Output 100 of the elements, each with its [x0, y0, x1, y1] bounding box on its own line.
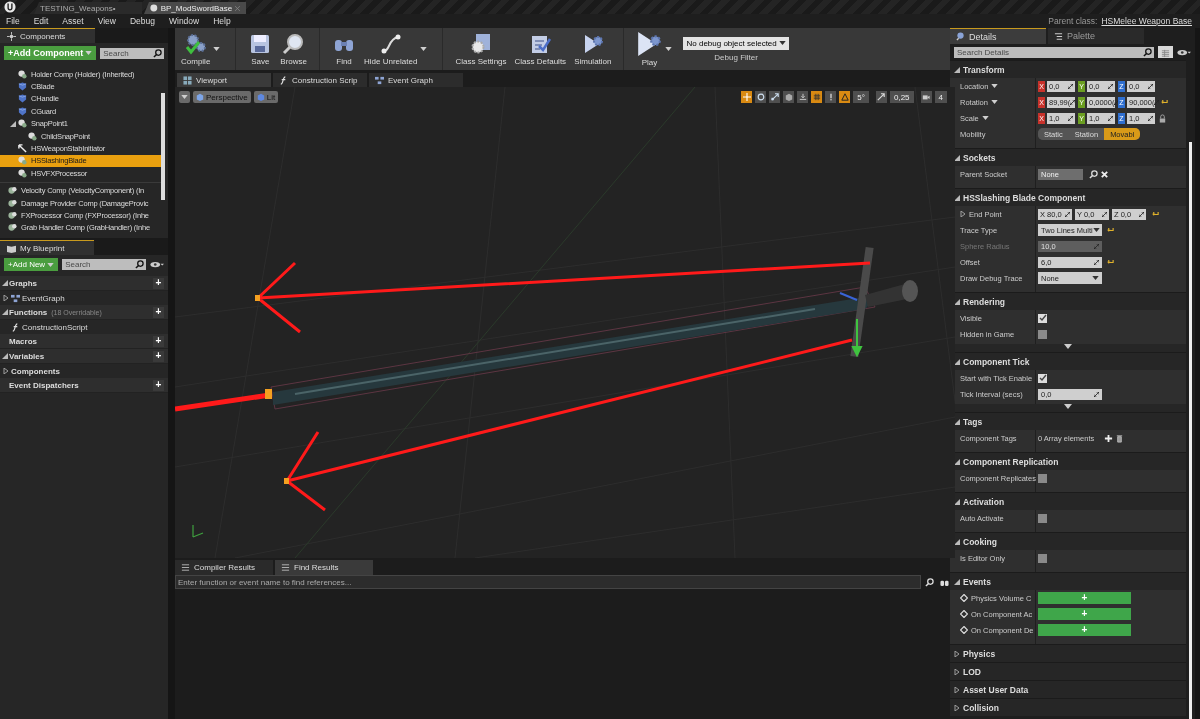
find-references-field[interactable]: Enter function or event name to find references... [175, 575, 921, 589]
snap-value-button[interactable]: 5° [853, 91, 869, 103]
panel-tab[interactable]: Compiler Results [175, 560, 273, 575]
checkbox[interactable] [1038, 473, 1047, 483]
viewport-tool-button[interactable] [755, 91, 767, 103]
checkbox[interactable] [1038, 373, 1047, 383]
add-button[interactable]: + [153, 335, 164, 347]
expanded-arrow-icon[interactable] [954, 358, 960, 365]
menu-item[interactable]: Window [168, 16, 200, 26]
expanded-arrow-icon[interactable] [954, 538, 960, 545]
viewport-tool-button[interactable] [811, 91, 823, 103]
expanded-arrow-icon[interactable] [954, 194, 960, 201]
viewport-tool-button[interactable] [741, 91, 753, 103]
reset-arrow-icon[interactable] [1107, 226, 1114, 234]
expanded-arrow-icon[interactable] [2, 353, 8, 359]
toolbar-button[interactable]: Find [330, 32, 359, 66]
section-title[interactable]: Functions [9, 307, 48, 317]
toolbar-button[interactable]: Browse [278, 32, 310, 66]
snap-value-button[interactable]: 0,25 [889, 91, 914, 103]
checkbox[interactable] [1038, 513, 1047, 523]
panel-tab[interactable]: Find Results [275, 560, 373, 575]
viewport-tool-button[interactable] [769, 91, 781, 103]
panel-tab[interactable]: Components [0, 28, 96, 43]
add-button[interactable]: + [153, 379, 164, 391]
search-button[interactable] [133, 259, 146, 270]
expanded-arrow-icon[interactable] [10, 120, 16, 127]
checkbox[interactable] [1038, 329, 1047, 339]
menu-item[interactable]: Debug [129, 16, 155, 26]
menu-item[interactable]: File [6, 16, 20, 26]
category-title[interactable]: Asset User Data [963, 684, 1029, 695]
search-icon[interactable] [1089, 169, 1098, 179]
collapsed-arrow-icon[interactable] [954, 668, 960, 675]
collapsed-arrow-icon[interactable] [954, 650, 960, 657]
toolbar-button[interactable]: Compile [179, 32, 226, 66]
category-title[interactable]: Events [963, 576, 991, 587]
editor-tab[interactable]: Event Graph [369, 73, 463, 87]
viewport-tool-button[interactable] [920, 91, 932, 103]
category-title[interactable]: Sockets [963, 152, 996, 163]
reset-arrow-icon[interactable] [1152, 210, 1159, 218]
add-button[interactable]: + [153, 306, 164, 318]
panel-tab[interactable]: Details [950, 28, 1046, 44]
search-button[interactable] [923, 577, 936, 587]
clear-icon[interactable] [1100, 169, 1109, 179]
expanded-arrow-icon[interactable] [2, 280, 8, 286]
checkbox[interactable] [1038, 313, 1047, 323]
blueprint-item[interactable]: ConstructionScript [22, 322, 88, 332]
trash-icon[interactable] [1115, 433, 1125, 443]
viewport-tool-button[interactable] [783, 91, 795, 103]
category-title[interactable]: Tags [963, 416, 983, 427]
collapsed-arrow-icon[interactable] [954, 704, 960, 711]
reset-arrow-icon[interactable] [1161, 98, 1168, 106]
search-field[interactable]: Search [62, 259, 133, 270]
blueprint-item[interactable]: Components [11, 366, 60, 376]
category-title[interactable]: Activation [963, 496, 1005, 507]
viewport-tool-button[interactable] [825, 91, 837, 103]
viewport-tool-button[interactable] [839, 91, 851, 103]
add-button[interactable]: + [153, 350, 164, 362]
section-title[interactable]: Event Dispatchers [9, 380, 79, 390]
category-title[interactable]: Rendering [963, 296, 1006, 307]
editor-tab[interactable]: Construction Scrip [273, 73, 367, 87]
debug-object-dropdown[interactable]: No debug object selected [683, 36, 789, 50]
blueprint-item[interactable]: EventGraph [22, 293, 65, 303]
expanded-arrow-icon[interactable] [954, 298, 960, 305]
editor-tab[interactable]: Viewport [177, 73, 271, 87]
advanced-chevron-icon[interactable] [1064, 404, 1072, 409]
lighting-mode-button[interactable]: Lit [253, 91, 279, 103]
toolbar-button[interactable]: Class Defaults [512, 32, 569, 66]
parent-class-link[interactable]: HSMelee Weapon Base [1101, 16, 1192, 26]
collapsed-arrow-icon[interactable] [3, 368, 9, 374]
expanded-arrow-icon[interactable] [954, 66, 960, 73]
app-logo-icon[interactable] [4, 1, 16, 13]
viewport-options-button[interactable] [179, 91, 190, 103]
menu-item[interactable]: Edit [33, 16, 49, 26]
search-button[interactable] [1141, 46, 1154, 58]
checkbox[interactable] [1038, 553, 1047, 563]
expanded-arrow-icon[interactable] [954, 458, 960, 465]
document-tab[interactable]: BP_ModSwordBase [144, 2, 246, 14]
menu-item[interactable]: View [97, 16, 116, 26]
eye-icon[interactable] [150, 261, 164, 268]
toolbar-button[interactable]: Play [634, 31, 678, 67]
viewport-tool-button[interactable] [875, 91, 887, 103]
document-tab[interactable]: TESTING_Weapons• [34, 2, 142, 14]
category-title[interactable]: LOD [963, 666, 981, 677]
expanded-arrow-icon[interactable] [2, 309, 8, 315]
search-button[interactable] [151, 47, 164, 59]
section-title[interactable]: Macros [9, 336, 37, 346]
category-title[interactable]: Cooking [963, 536, 997, 547]
lock-icon[interactable] [1158, 113, 1167, 123]
category-title[interactable]: Component Tick [963, 356, 1030, 367]
panel-tab[interactable]: My Blueprint [0, 240, 95, 255]
expanded-arrow-icon[interactable] [954, 498, 960, 505]
search-field[interactable]: Search [100, 47, 151, 59]
advanced-chevron-icon[interactable] [1064, 344, 1072, 349]
panel-tab[interactable]: Palette [1048, 28, 1144, 44]
eye-icon[interactable] [1177, 48, 1191, 56]
toolbar-button[interactable]: Simulation [572, 32, 614, 66]
toolbar-button[interactable]: Class Settings [453, 32, 509, 66]
menu-item[interactable]: Help [213, 16, 231, 26]
toolbar-button[interactable]: Hide Unrelated [362, 32, 433, 66]
add-button[interactable]: + [153, 277, 164, 289]
